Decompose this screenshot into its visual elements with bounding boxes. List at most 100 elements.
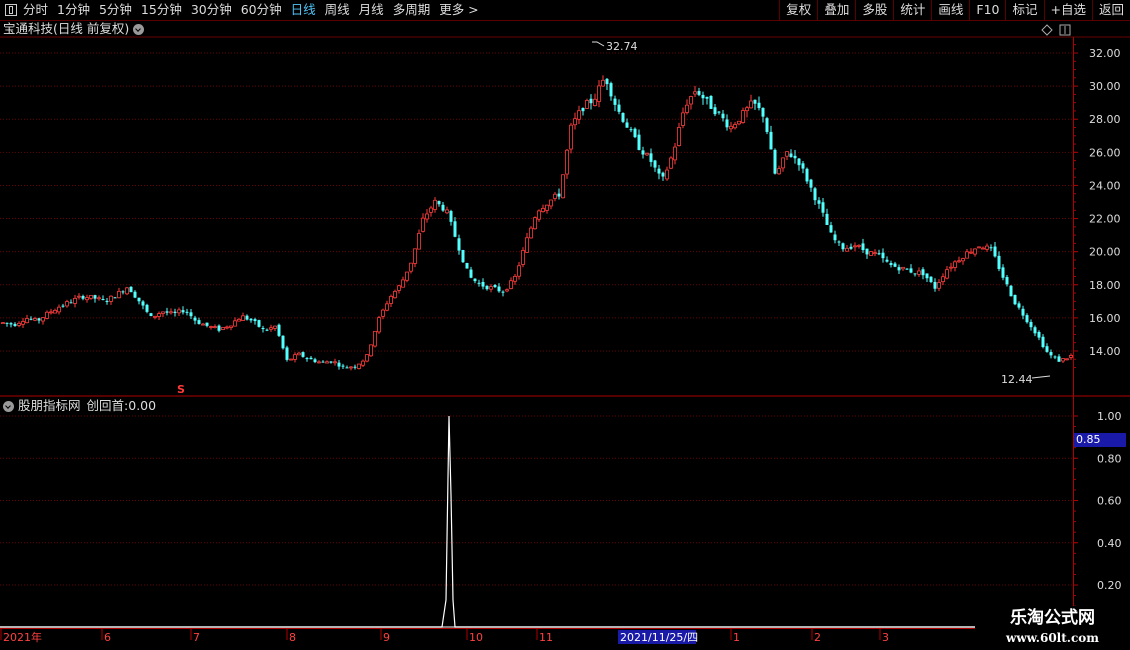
candle-body-up [977, 246, 981, 249]
candle-body-up [729, 125, 733, 130]
candle-body-down [217, 325, 221, 331]
candle-body-up [377, 317, 381, 333]
candle-body-down [449, 211, 453, 222]
candle-body-up [873, 252, 877, 255]
signal-marker: S [177, 383, 185, 396]
candle-body-up [733, 124, 737, 129]
candle-body-down [897, 267, 901, 271]
indicator-source: 股朋指标网 [18, 398, 81, 413]
price-label: 28.00 [1089, 113, 1121, 126]
candle-body-down [137, 297, 141, 302]
min-price-label: 12.44 [1001, 373, 1033, 386]
candle-body-up [125, 287, 129, 295]
candle-body-up [209, 326, 213, 328]
candle-body-down [285, 347, 289, 360]
candle-body-up [1, 322, 5, 324]
candle-body-down [637, 134, 641, 150]
candle-body-down [773, 149, 777, 174]
candle-body-down [141, 301, 145, 306]
candle-body-up [981, 247, 985, 250]
candle-body-down [61, 305, 65, 307]
candle-body-down [717, 111, 721, 113]
candle-body-up [421, 217, 425, 232]
candle-body-up [965, 251, 969, 259]
candle-body-up [961, 258, 965, 262]
candle-body-down [1049, 352, 1053, 356]
candle-body-up [169, 311, 173, 314]
candle-body-down [453, 221, 457, 237]
candle-body-down [885, 259, 889, 262]
candle-body-down [841, 243, 845, 250]
candle-body-down [613, 98, 617, 105]
candle-body-down [833, 234, 837, 241]
cursor-date: 2021/11/25/四 [620, 631, 698, 644]
candle-body-down [657, 168, 661, 174]
candle-body-up [221, 326, 225, 330]
candle-body-up [397, 285, 401, 291]
stock-name: 宝通科技(日线 前复权) [3, 21, 130, 36]
candle-body-down [301, 352, 305, 357]
candle-body-down [849, 246, 853, 249]
candle-body-down [753, 99, 757, 104]
candle-body-down [921, 269, 925, 276]
candle-body-down [173, 311, 177, 313]
candle-body-down [1041, 336, 1045, 348]
candle-body-up [529, 227, 533, 239]
candle-body-down [465, 262, 469, 269]
price-axis-labels: 32.00 30.00 28.00 26.00 24.00 22.00 20.00 18.00… [1073, 44, 1121, 369]
candle-body-down [633, 128, 637, 138]
candle-body-down [13, 323, 17, 326]
candle-body-up [365, 354, 369, 362]
kline-chart[interactable]: 32.0030.0028.0026.0024.0022.0020.0018.00… [0, 0, 1130, 650]
candle-body-up [41, 317, 45, 322]
candle-body-down [653, 160, 657, 168]
chevron-down-icon[interactable] [3, 400, 14, 412]
candle-body-down [353, 366, 357, 368]
candle-body-down [461, 249, 465, 263]
candle-body-up [237, 318, 241, 322]
candle-body-up [381, 309, 385, 317]
candle-body-down [825, 213, 829, 225]
candle-body-down [817, 200, 821, 204]
indicator-current-tag: 0.85 [1074, 433, 1126, 447]
candle-body-up [33, 318, 37, 321]
candle-body-up [737, 120, 741, 125]
candle-body-up [229, 325, 233, 328]
candle-body-down [1029, 321, 1033, 328]
price-label: 20.00 [1089, 246, 1121, 259]
candle-body-down [197, 320, 201, 324]
candle-body-down [621, 112, 625, 122]
candle-body-up [593, 98, 597, 106]
candle-body-down [265, 329, 269, 331]
candle-body-up [749, 100, 753, 109]
candle-body-up [361, 360, 365, 366]
candle-body-up [117, 290, 121, 299]
candle-body-down [793, 155, 797, 159]
candle-body-up [917, 270, 921, 275]
candle-body-down [1053, 356, 1057, 358]
candle-body-down [165, 311, 169, 313]
candle-body-down [205, 322, 209, 326]
candle-body-down [193, 317, 197, 321]
candle-body-up [333, 361, 337, 364]
candle-body-up [545, 204, 549, 211]
candle-body-up [405, 271, 409, 281]
candle-body-down [701, 94, 705, 99]
candle-body-up [393, 290, 397, 299]
indicator-label: 0.60 [1097, 495, 1122, 508]
chevron-down-icon[interactable] [133, 23, 145, 35]
time-label: 7 [193, 631, 200, 644]
candle-body-up [369, 344, 373, 357]
candle-body-up [857, 244, 861, 247]
candle-body-down [649, 153, 653, 162]
candle-body-up [97, 297, 101, 300]
candle-body-down [1005, 277, 1009, 285]
candle-body-down [309, 357, 313, 360]
candle-body-down [889, 263, 893, 265]
candle-body-down [1001, 267, 1005, 278]
candle-body-up [585, 100, 589, 109]
candle-body-down [809, 179, 813, 188]
candle-body-down [133, 291, 137, 298]
diamond-icon[interactable] [1041, 24, 1053, 36]
candle-body-up [109, 295, 113, 302]
